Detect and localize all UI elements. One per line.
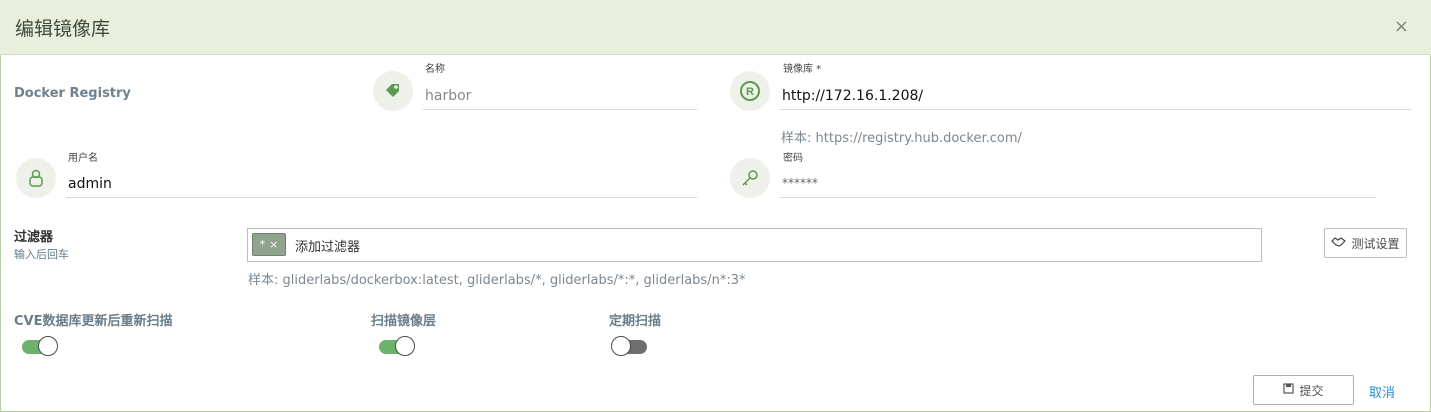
scan-layers-toggle[interactable]	[379, 336, 415, 356]
username-underline	[66, 197, 697, 198]
username-input[interactable]: admin	[68, 176, 112, 192]
filter-title: 过滤器	[14, 230, 54, 245]
svg-text:R: R	[746, 86, 754, 98]
filter-chip: * ×	[252, 233, 286, 256]
password-input[interactable]: ******	[782, 176, 818, 190]
chip-remove-icon[interactable]: ×	[269, 238, 278, 251]
tag-icon	[373, 71, 413, 111]
user-icon	[16, 158, 56, 198]
periodic-scan-label: 定期扫描	[609, 314, 662, 329]
close-icon[interactable]: ×	[1394, 16, 1409, 37]
registry-url-hint: 样本: https://registry.hub.docker.com/	[781, 131, 1022, 146]
registry-type-label: Docker Registry	[14, 86, 131, 101]
submit-button[interactable]: 提交	[1253, 375, 1354, 405]
test-settings-button[interactable]: 测试设置	[1324, 228, 1407, 258]
toggle-knob	[395, 336, 415, 356]
cancel-link[interactable]: 取消	[1369, 382, 1395, 401]
save-icon	[1283, 383, 1295, 397]
test-settings-label: 测试设置	[1351, 236, 1400, 251]
scan-layers-label: 扫描镜像层	[371, 314, 437, 329]
dialog-header: 编辑镜像库 ×	[0, 0, 1431, 55]
toggle-knob	[611, 336, 631, 356]
password-underline	[780, 197, 1376, 198]
password-label: 密码	[783, 153, 803, 164]
periodic-scan-toggle[interactable]	[611, 336, 647, 356]
name-input[interactable]: harbor	[425, 88, 471, 104]
registered-icon: R	[730, 71, 770, 111]
name-underline	[423, 109, 697, 110]
toggle-knob	[38, 336, 58, 356]
dialog-title: 编辑镜像库	[15, 18, 111, 40]
registry-url-label: 镜像库 *	[783, 64, 822, 75]
submit-label: 提交	[1299, 383, 1324, 398]
filter-chip-label: *	[259, 238, 266, 251]
filter-subtitle: 输入后回车	[14, 248, 69, 261]
filter-tags-input[interactable]: * × 添加过滤器	[247, 228, 1262, 262]
registry-url-underline	[780, 109, 1411, 110]
registry-url-input[interactable]: http://172.16.1.208/	[782, 88, 923, 104]
key-icon	[730, 158, 770, 198]
cve-rescan-label: CVE数据库更新后重新扫描	[14, 314, 173, 329]
name-label: 名称	[425, 64, 445, 75]
username-label: 用户名	[68, 153, 98, 164]
handshake-icon	[1331, 236, 1347, 251]
cve-rescan-toggle[interactable]	[22, 336, 58, 356]
dialog-frame	[0, 0, 1431, 412]
filter-example: 样本: gliderlabs/dockerbox:latest, gliderl…	[248, 273, 746, 288]
filter-input-placeholder[interactable]: 添加过滤器	[295, 236, 360, 255]
